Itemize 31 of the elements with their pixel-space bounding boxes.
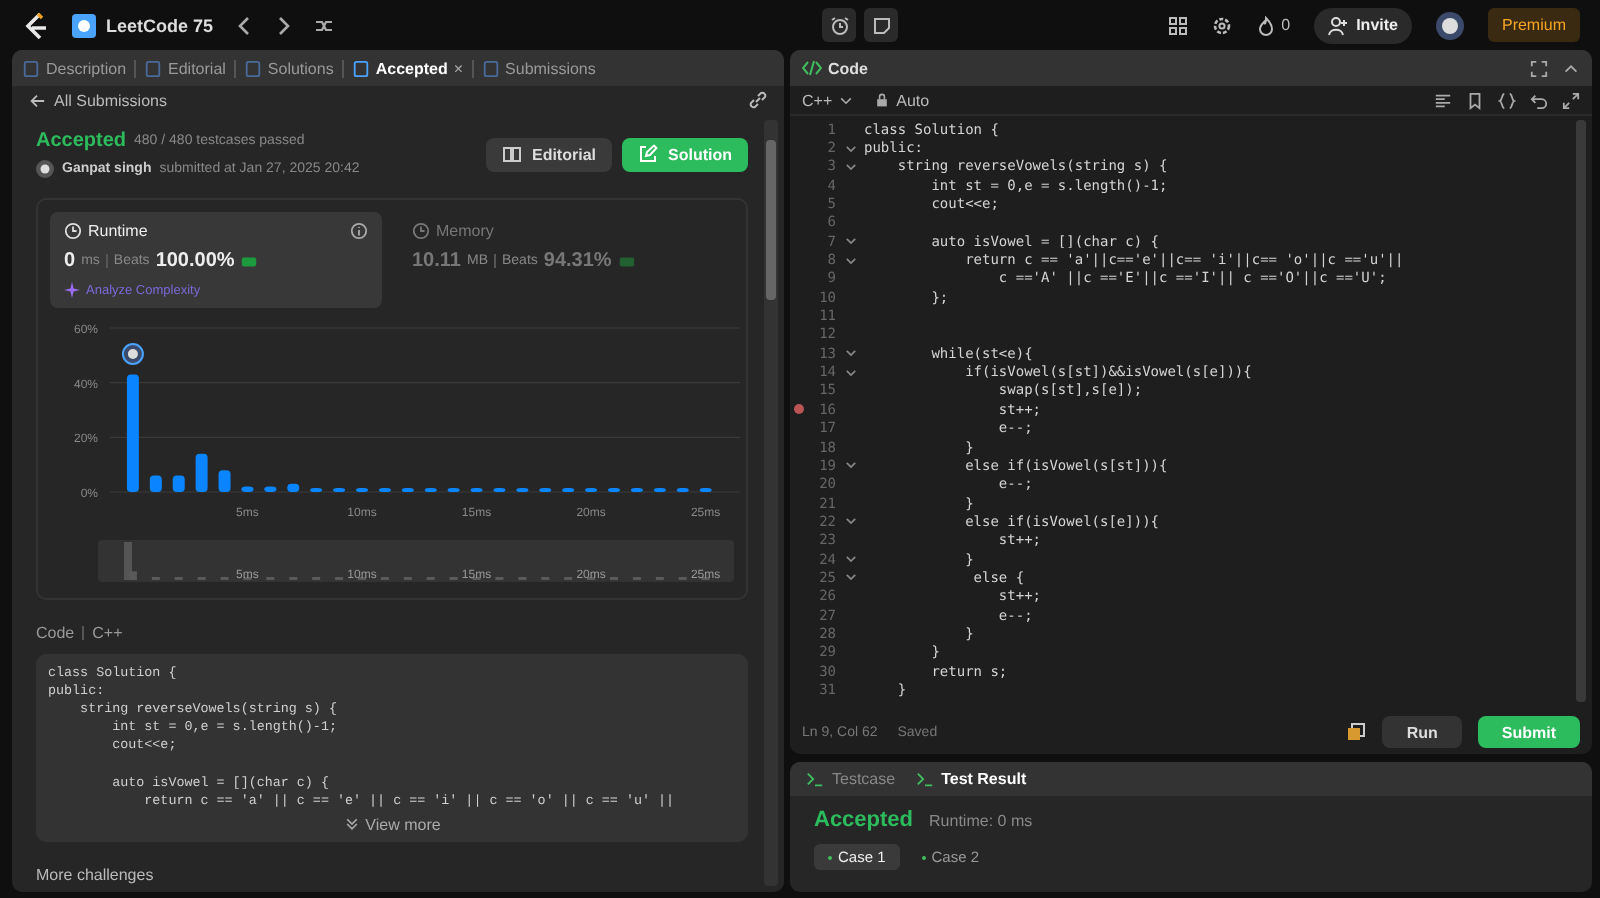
beats-percent: 94.31% (543, 250, 612, 272)
premium-button[interactable]: Premium (1487, 8, 1580, 42)
language-label: C++ (92, 624, 123, 642)
panel-title: Code (828, 59, 868, 77)
close-icon[interactable]: × (453, 59, 464, 77)
streak-counter[interactable]: 0 (1255, 15, 1291, 35)
back-link[interactable]: All Submissions (28, 91, 167, 109)
panel-tab[interactable]: Submissions (481, 59, 596, 77)
stat-title: Runtime (88, 222, 148, 240)
auto-mode-toggle[interactable]: Auto (874, 91, 930, 109)
panel-tab[interactable]: Description (22, 59, 127, 77)
panel-tab[interactable]: Editorial (144, 59, 226, 77)
code-label: Code (36, 624, 75, 642)
view-more-link[interactable]: View more (343, 815, 441, 834)
section-heading: More challenges (36, 865, 156, 884)
stat-value: 0 (64, 250, 76, 272)
stat-title: Memory (436, 222, 494, 240)
console-tab[interactable]: Test Result (915, 770, 1027, 788)
console-tab[interactable]: Testcase (806, 770, 896, 788)
panel-tab[interactable]: Accepted × (351, 59, 464, 77)
invite-button[interactable]: Invite (1314, 7, 1412, 43)
run-button[interactable]: Run (1382, 716, 1462, 748)
editorial-button[interactable]: Editorial (485, 137, 612, 171)
beats-percent: 100.00% (155, 250, 235, 272)
result-status: Accepted (36, 130, 127, 152)
runtime-text: Runtime: 0 ms (929, 812, 1033, 830)
stat-value: 10.11 (412, 250, 461, 272)
panel-tab[interactable]: Solutions (243, 59, 334, 77)
result-status: Accepted (814, 808, 914, 832)
language-dropdown[interactable]: C++ (802, 91, 855, 109)
study-plan-link[interactable]: LeetCode 75 (72, 13, 214, 37)
